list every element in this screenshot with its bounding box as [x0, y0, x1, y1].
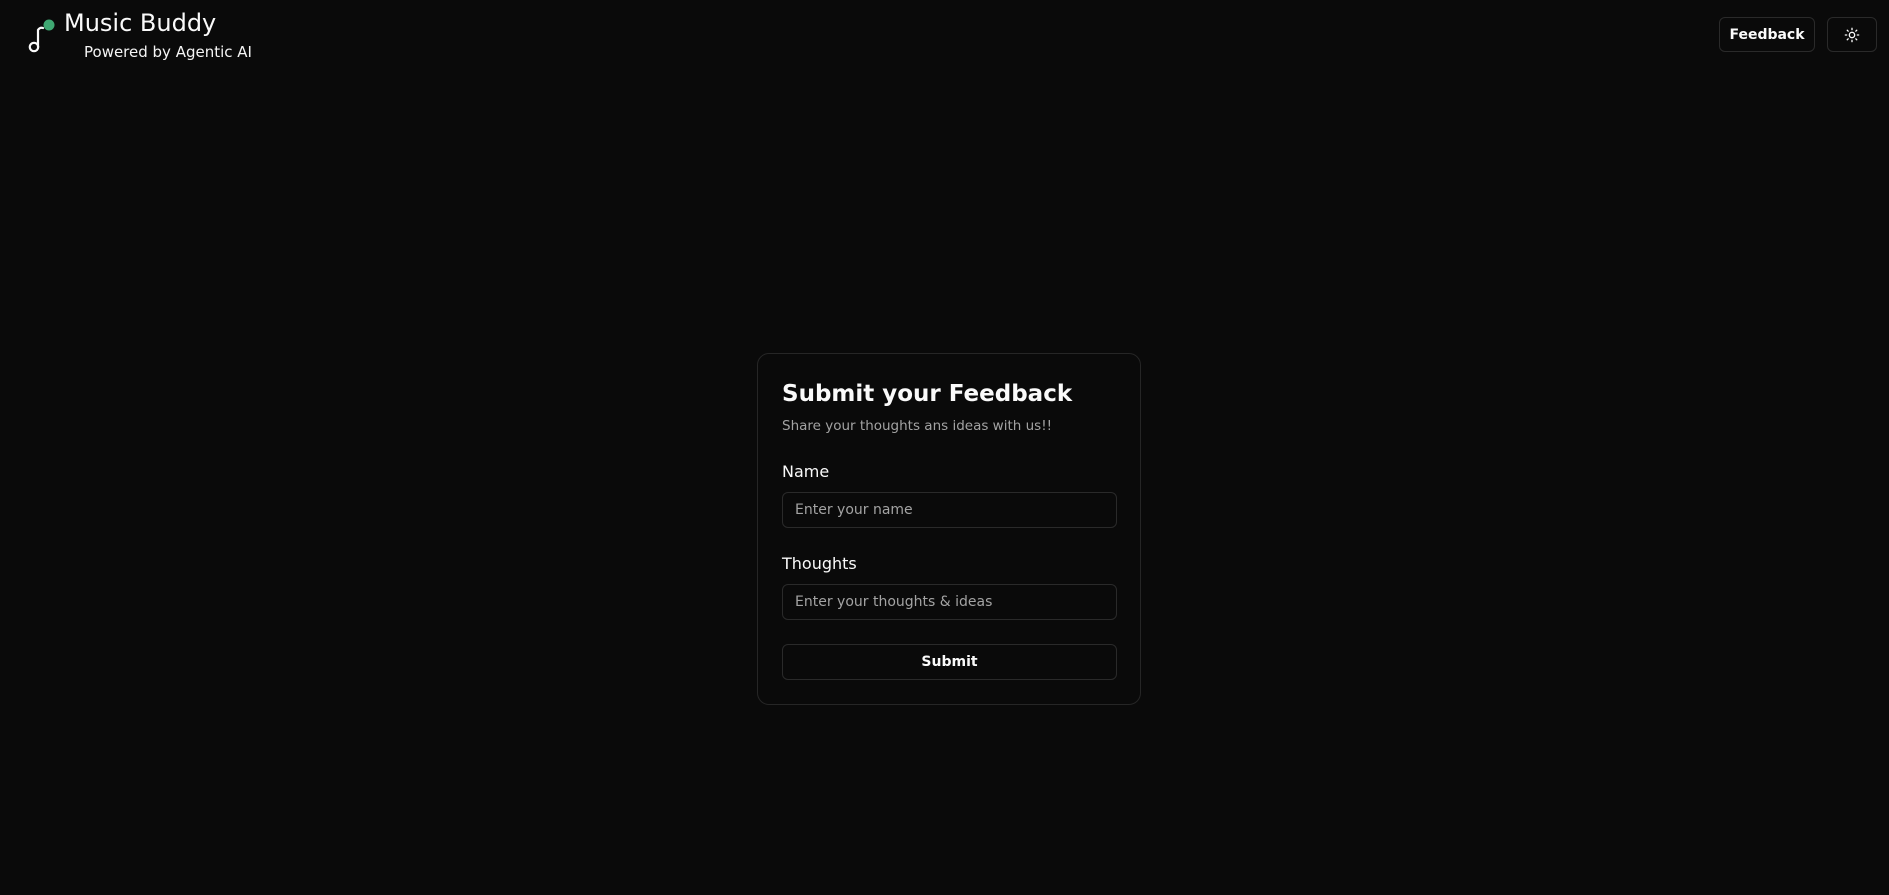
- name-input[interactable]: [782, 492, 1117, 528]
- sun-icon: [1844, 27, 1860, 43]
- thoughts-input[interactable]: [782, 584, 1117, 620]
- theme-toggle-button[interactable]: [1827, 17, 1877, 52]
- form-title: Submit your Feedback: [782, 381, 1073, 407]
- brand[interactable]: Music Buddy Powered by Agentic AI: [28, 8, 288, 64]
- music-note-icon: [28, 18, 58, 54]
- name-label: Name: [782, 462, 830, 481]
- app-subtitle: Powered by Agentic AI: [84, 43, 252, 61]
- form-description: Share your thoughts ans ideas with us!!: [782, 418, 1053, 434]
- app-title: Music Buddy: [64, 9, 217, 37]
- feedback-button[interactable]: Feedback: [1719, 17, 1815, 52]
- submit-button[interactable]: Submit: [782, 644, 1117, 680]
- feedback-form-card: Submit your Feedback Share your thoughts…: [757, 353, 1141, 705]
- app-header: Music Buddy Powered by Agentic AI Feedba…: [0, 0, 1889, 70]
- thoughts-label: Thoughts: [782, 554, 857, 573]
